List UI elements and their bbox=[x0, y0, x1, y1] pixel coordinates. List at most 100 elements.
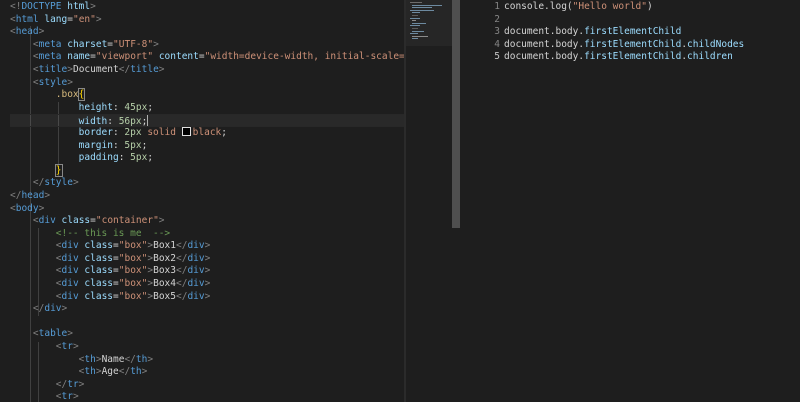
code-token: title bbox=[38, 63, 68, 75]
code-line[interactable] bbox=[504, 14, 744, 27]
vertical-scrollbar[interactable] bbox=[452, 0, 460, 228]
code-token: <! bbox=[10, 1, 22, 12]
code-line[interactable]: console.log("Hello world") bbox=[504, 1, 744, 14]
code-token: console.log( bbox=[504, 1, 573, 12]
code-token: Box1 bbox=[153, 240, 176, 252]
code-token: th bbox=[84, 366, 96, 378]
code-line[interactable]: <div class="box">Box4</div> bbox=[10, 278, 404, 291]
code-token: html bbox=[67, 1, 91, 12]
code-line[interactable]: <html lang="en"> bbox=[10, 14, 404, 27]
minimap[interactable] bbox=[406, 0, 456, 60]
console-editor-pane[interactable]: 12345 console.log("Hello world") documen… bbox=[406, 0, 800, 402]
code-line[interactable]: </head> bbox=[10, 190, 404, 203]
code-line[interactable]: <div class="box">Box5</div> bbox=[10, 291, 404, 304]
code-token: ; bbox=[147, 101, 154, 113]
minimap-line bbox=[410, 17, 420, 19]
code-line[interactable]: height: 45px; bbox=[10, 102, 404, 115]
code-token: div bbox=[61, 252, 79, 264]
code-line[interactable]: padding: 5px; bbox=[10, 152, 404, 165]
code-line[interactable]: <head> bbox=[10, 26, 404, 39]
code-token: > bbox=[95, 13, 102, 25]
code-line[interactable]: <th>Name</th> bbox=[10, 354, 404, 367]
code-line[interactable]: <tr> bbox=[10, 341, 404, 354]
code-line[interactable]: border: 2px solid black; bbox=[10, 126, 404, 140]
code-token: "UTF-8" bbox=[113, 38, 154, 50]
console-code-editor[interactable]: 12345 console.log("Hello world") documen… bbox=[466, 0, 800, 402]
code-token: ; bbox=[221, 126, 228, 138]
code-token: div bbox=[61, 290, 79, 302]
code-line[interactable]: <!-- this is me --> bbox=[10, 228, 404, 241]
code-token: > bbox=[72, 177, 79, 189]
code-token: width bbox=[78, 116, 108, 128]
code-line[interactable]: <div class="box">Box3</div> bbox=[10, 265, 404, 278]
minimap-line bbox=[410, 33, 418, 35]
code-token: tr bbox=[67, 378, 79, 390]
code-token: ; bbox=[147, 152, 154, 164]
code-line[interactable]: <!DOCTYPE html> bbox=[10, 1, 404, 14]
text-cursor bbox=[147, 115, 149, 127]
code-line[interactable]: width: 56px; bbox=[10, 114, 404, 127]
html-editor-pane[interactable]: <!DOCTYPE html> <html lang="en"> <head> <m… bbox=[0, 0, 404, 402]
code-line[interactable]: <th>Age</th> bbox=[10, 366, 404, 379]
code-token: > bbox=[204, 290, 211, 302]
code-line[interactable]: } bbox=[10, 163, 404, 178]
code-line[interactable]: <div class="container"> bbox=[10, 215, 404, 228]
line-number: 2 bbox=[494, 13, 500, 25]
code-line[interactable]: <div class="box">Box1</div> bbox=[10, 240, 404, 253]
code-line[interactable]: </div> bbox=[10, 303, 404, 316]
color-swatch-icon[interactable] bbox=[181, 126, 191, 136]
code-line[interactable]: document.body.firstElementChild.childNod… bbox=[504, 39, 744, 52]
code-line[interactable]: </style> bbox=[10, 177, 404, 190]
code-token: th bbox=[135, 353, 148, 365]
minimap-line bbox=[412, 15, 418, 16]
code-line[interactable]: <body> bbox=[10, 203, 404, 216]
code-token: class bbox=[84, 278, 114, 290]
code-token: th bbox=[84, 353, 96, 365]
minimap-line bbox=[412, 35, 428, 37]
minimap-line bbox=[412, 38, 418, 40]
code-token: > bbox=[204, 252, 211, 264]
code-token: Document bbox=[72, 63, 119, 75]
code-token: } bbox=[54, 163, 63, 177]
code-token: 45px bbox=[124, 101, 148, 113]
code-token: 56px bbox=[118, 116, 142, 128]
code-token: meta bbox=[38, 51, 62, 63]
code-line[interactable]: </tr> bbox=[10, 379, 404, 392]
code-token: height bbox=[78, 101, 113, 113]
code-token: 2px bbox=[124, 126, 142, 138]
code-token: solid bbox=[147, 126, 176, 138]
code-line[interactable]: margin: 5px; bbox=[10, 140, 404, 153]
code-line[interactable]: <tr> bbox=[10, 391, 404, 402]
code-line[interactable]: <title>Document</title> bbox=[10, 64, 404, 77]
code-line[interactable]: <div class="box">Box2</div> bbox=[10, 253, 404, 266]
code-line[interactable] bbox=[10, 316, 404, 329]
code-token: div bbox=[187, 290, 205, 302]
code-line[interactable]: <meta name="viewport" content="width=dev… bbox=[10, 51, 404, 64]
code-token: > bbox=[72, 391, 79, 402]
html-code-lines[interactable]: <!DOCTYPE html> <html lang="en"> <head> <m… bbox=[10, 1, 404, 402]
line-number: 5 bbox=[494, 51, 500, 63]
code-line[interactable]: <table> bbox=[10, 328, 404, 341]
code-token: firstElementChild bbox=[584, 51, 682, 63]
code-line[interactable]: <style> bbox=[10, 77, 404, 90]
code-token: { bbox=[77, 88, 86, 102]
code-token: DOCTYPE bbox=[21, 1, 62, 12]
console-code-lines[interactable]: console.log("Hello world") document.body… bbox=[504, 1, 744, 64]
code-token: margin bbox=[78, 139, 113, 151]
code-line[interactable]: document.body.firstElementChild.children bbox=[504, 51, 744, 64]
minimap-line bbox=[410, 25, 420, 27]
code-line[interactable]: <meta charset="UTF-8"> bbox=[10, 39, 404, 52]
code-line[interactable]: document.body.firstElementChild bbox=[504, 26, 744, 39]
code-token: </ bbox=[55, 378, 68, 390]
code-token: style bbox=[44, 177, 73, 189]
code-line[interactable]: .box{ bbox=[10, 88, 404, 102]
code-token: </ bbox=[175, 290, 188, 302]
code-token: </ bbox=[175, 278, 188, 290]
